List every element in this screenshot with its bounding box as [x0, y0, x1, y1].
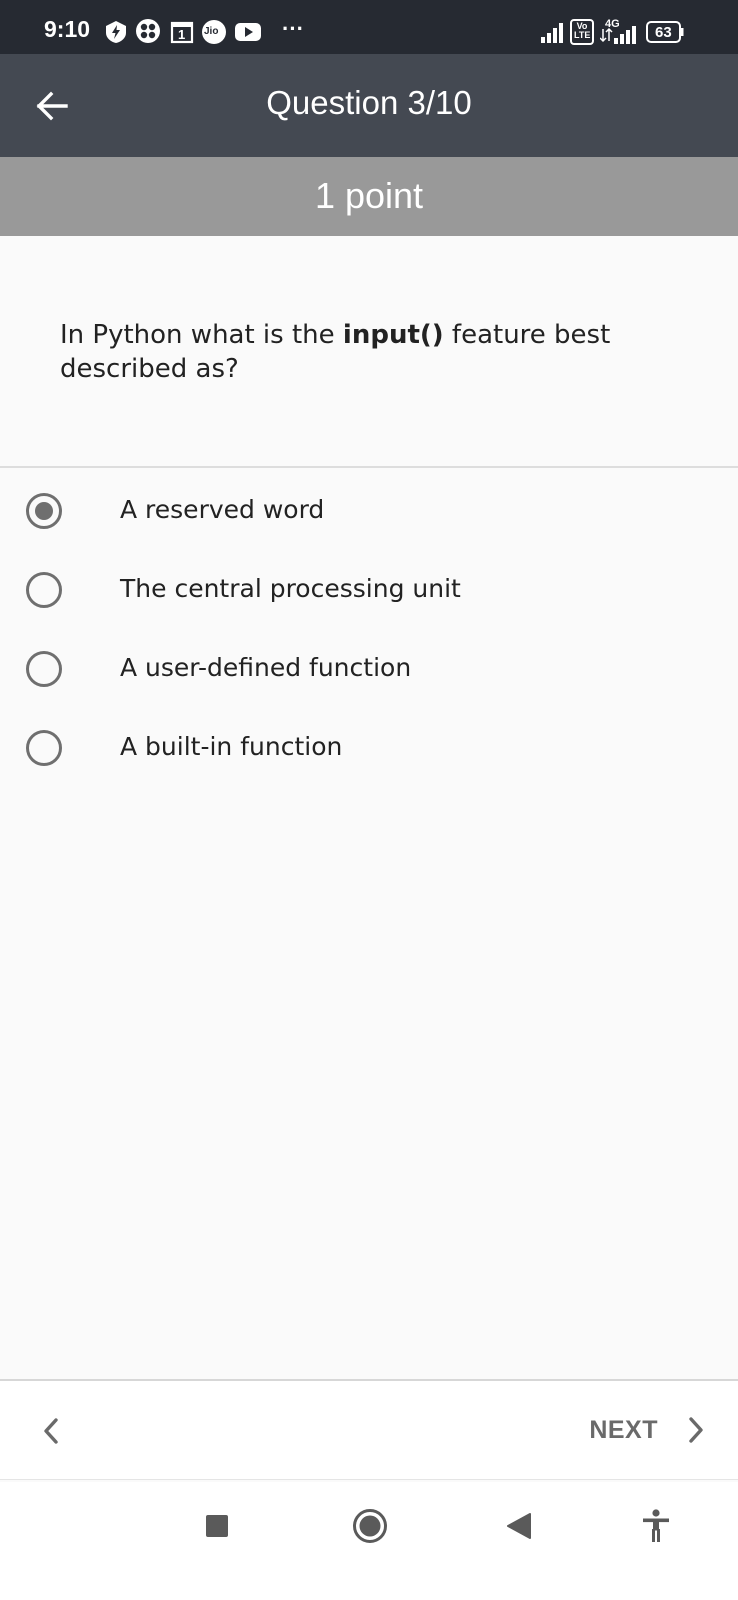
answer-option[interactable]: The central processing unit	[0, 555, 738, 625]
signal-4g-icon	[600, 26, 636, 44]
app-bar: Question 3/10	[0, 54, 738, 157]
home-circle-icon	[353, 1509, 387, 1543]
page-title: Question 3/10	[266, 84, 472, 121]
points-label: 1 point	[314, 175, 424, 216]
system-back-button[interactable]	[506, 1512, 534, 1540]
square-icon	[206, 1515, 228, 1537]
answer-option[interactable]: A user-defined function	[0, 634, 738, 704]
quiz-screen: 9:10 1 Jio ··· Vo LTE 4G 63 Question 3/1…	[0, 0, 738, 1600]
question-divider	[0, 466, 738, 468]
answer-option[interactable]: A built-in function	[0, 713, 738, 783]
question-keyword: input()	[342, 320, 444, 350]
jio-label: Jio	[204, 26, 219, 37]
radio-button[interactable]	[26, 572, 62, 608]
quiz-navigation-bar: NEXT	[0, 1379, 738, 1480]
bolt-shield-icon	[106, 21, 126, 43]
status-time: 9:10	[44, 16, 91, 42]
next-button[interactable]: NEXT	[589, 1403, 708, 1457]
accessibility-icon	[643, 1509, 669, 1542]
status-bar: 9:10 1 Jio ··· Vo LTE 4G 63	[0, 0, 738, 54]
calendar-day: 1	[178, 27, 186, 42]
accessibility-button[interactable]	[640, 1508, 672, 1544]
chevron-right-icon	[689, 1417, 703, 1443]
answer-option-label: A user-defined function	[120, 653, 412, 682]
radio-button[interactable]	[26, 493, 62, 529]
youtube-icon	[235, 23, 261, 41]
system-navigation-bar	[0, 1482, 738, 1600]
volte-label: Vo LTE	[574, 21, 591, 40]
next-label: NEXT	[589, 1415, 658, 1444]
question-prefix: In Python what is the	[60, 320, 343, 350]
answer-option-label: A built-in function	[120, 732, 343, 761]
flower-icon	[136, 19, 160, 43]
radio-button[interactable]	[26, 730, 62, 766]
chevron-left-icon	[44, 1418, 58, 1444]
points-banner: 1 point	[0, 157, 738, 236]
more-notifications-indicator: ···	[282, 16, 304, 41]
triangle-back-icon	[507, 1513, 531, 1539]
home-button[interactable]	[352, 1508, 388, 1544]
battery-level: 63	[655, 24, 672, 41]
radio-button[interactable]	[26, 651, 62, 687]
recents-button[interactable]	[205, 1514, 229, 1538]
question-text: In Python what is the input() feature be…	[60, 318, 690, 386]
previous-button[interactable]	[30, 1407, 74, 1455]
answer-option-label: The central processing unit	[120, 574, 461, 603]
answer-option[interactable]: A reserved word	[0, 476, 738, 546]
answer-option-label: A reserved word	[120, 495, 325, 524]
signal-icon	[541, 23, 563, 43]
